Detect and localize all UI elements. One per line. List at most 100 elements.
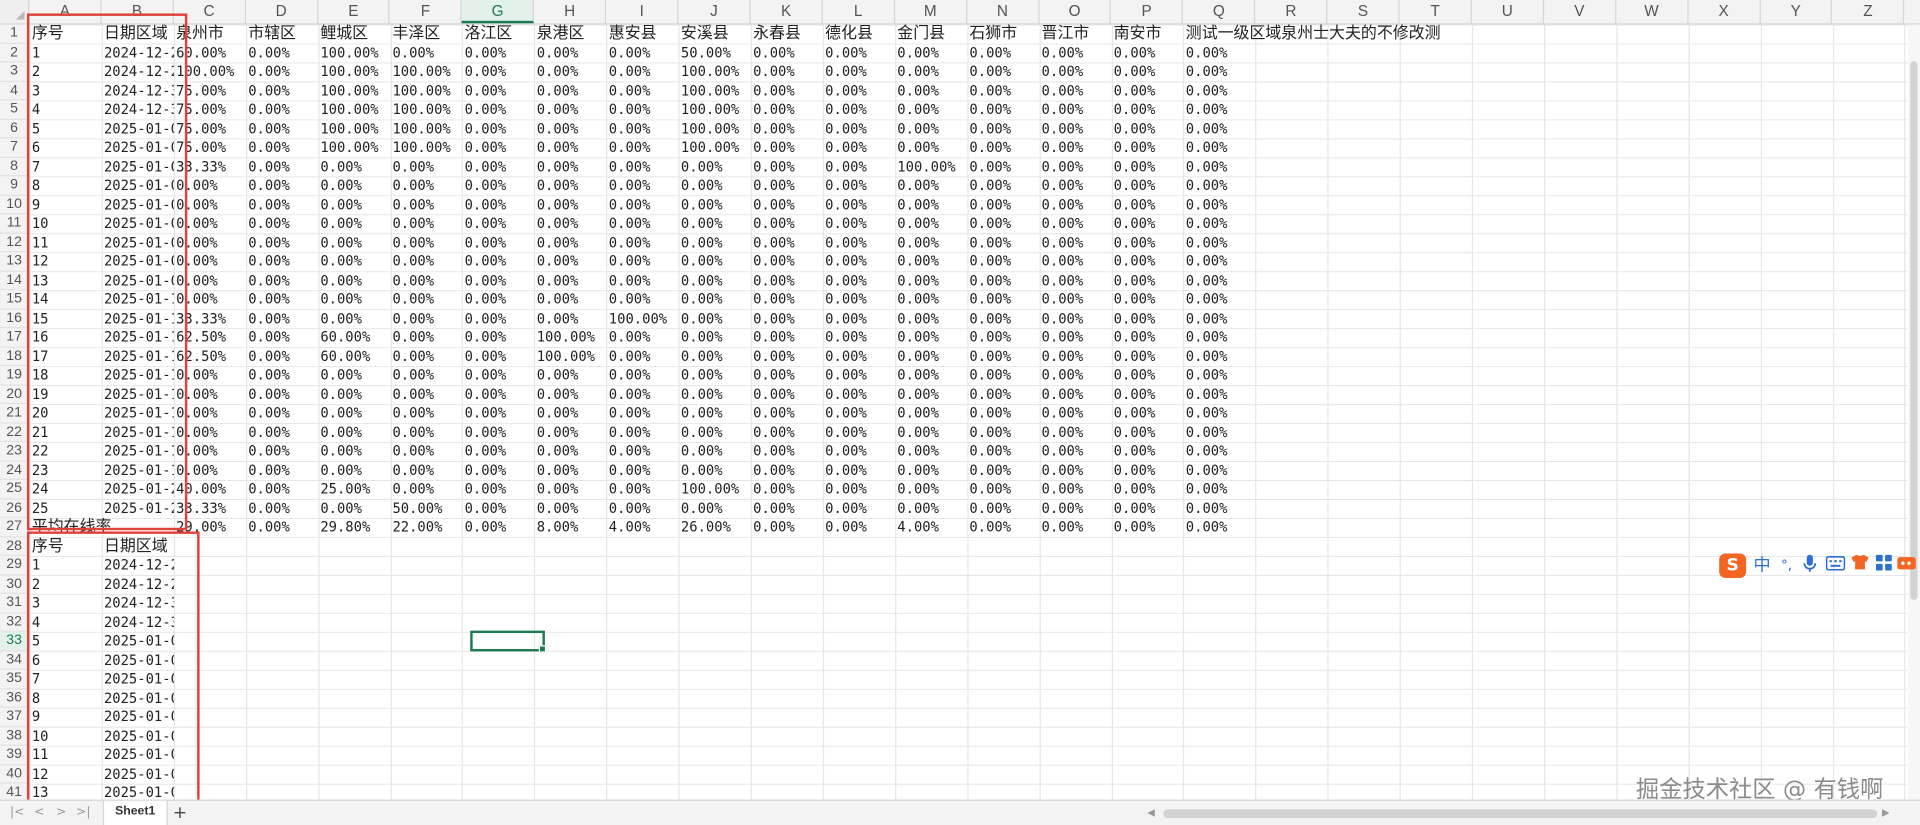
cell[interactable]: 0.00% <box>895 480 967 499</box>
cell[interactable]: 0.00% <box>1039 385 1111 404</box>
column-header-U[interactable]: U <box>1472 0 1544 24</box>
cell[interactable]: 0.00% <box>823 499 895 518</box>
cell[interactable]: 0.00% <box>678 347 750 366</box>
cell[interactable]: 0.00% <box>246 347 318 366</box>
cell[interactable]: 0.00% <box>246 442 318 461</box>
cell[interactable]: 0.00% <box>462 290 534 309</box>
cell[interactable]: 0.00% <box>823 347 895 366</box>
cell[interactable]: 0.00% <box>823 309 895 328</box>
cell[interactable]: 0.00% <box>678 252 750 271</box>
next-sheet-icon[interactable]: > <box>54 804 69 821</box>
row-header-21[interactable]: 21 <box>0 404 29 424</box>
cell[interactable]: 0.00% <box>967 43 1039 62</box>
cell[interactable]: 0.00% <box>823 423 895 442</box>
column-header-X[interactable]: X <box>1688 0 1761 24</box>
cell[interactable]: 0.00% <box>1111 119 1183 138</box>
cell[interactable]: 0.00% <box>1183 423 1255 442</box>
cell[interactable]: 0.00% <box>823 119 895 138</box>
cell[interactable]: 0.00% <box>751 195 823 214</box>
cell[interactable]: 0.00% <box>1039 347 1111 366</box>
cell[interactable]: 0.00% <box>390 366 462 385</box>
cell[interactable]: 0.00% <box>751 157 823 176</box>
cell[interactable]: 100.00% <box>318 62 390 81</box>
cell[interactable]: 0.00% <box>823 81 895 100</box>
cell[interactable]: 0.00% <box>462 138 534 157</box>
cell[interactable]: 0.00% <box>751 271 823 290</box>
cell[interactable]: 0.00% <box>462 442 534 461</box>
row-header-22[interactable]: 22 <box>0 423 29 443</box>
punctuation-icon[interactable]: °, <box>1776 553 1798 577</box>
row-header-5[interactable]: 5 <box>0 100 29 120</box>
cell[interactable]: 0.00% <box>246 499 318 518</box>
cell[interactable]: 0.00% <box>462 100 534 119</box>
cell[interactable]: 0.00% <box>823 404 895 423</box>
cell[interactable]: 0.00% <box>606 423 678 442</box>
cell[interactable]: 0.00% <box>895 43 967 62</box>
cell[interactable]: 0.00% <box>246 195 318 214</box>
cell[interactable]: 0.00% <box>606 271 678 290</box>
column-header-I[interactable]: I <box>606 0 679 24</box>
cell[interactable]: 0.00% <box>534 423 606 442</box>
cell[interactable]: 0.00% <box>1183 43 1255 62</box>
cell[interactable]: 0.00% <box>1039 423 1111 442</box>
cell[interactable]: 0.00% <box>1039 404 1111 423</box>
cell[interactable]: 0.00% <box>823 176 895 195</box>
cell[interactable]: 0.00% <box>1183 461 1255 480</box>
cell[interactable]: 0.00% <box>1111 461 1183 480</box>
cell[interactable]: 0.00% <box>534 271 606 290</box>
cell[interactable]: 0.00% <box>895 385 967 404</box>
cell[interactable]: 0.00% <box>1111 100 1183 119</box>
cell[interactable]: 0.00% <box>390 461 462 480</box>
cell[interactable]: 0.00% <box>462 461 534 480</box>
cell[interactable]: 0.00% <box>462 328 534 347</box>
cell[interactable]: 0.00% <box>1039 214 1111 233</box>
cell[interactable]: 0.00% <box>751 290 823 309</box>
row-header-7[interactable]: 7 <box>0 138 29 158</box>
cell[interactable]: 0.00% <box>318 176 390 195</box>
cell[interactable]: 0.00% <box>246 138 318 157</box>
cell[interactable]: 0.00% <box>1183 195 1255 214</box>
column-header-G[interactable]: G <box>462 0 535 24</box>
cell[interactable]: 0.00% <box>246 271 318 290</box>
cell[interactable]: 0.00% <box>1183 309 1255 328</box>
cell[interactable]: 0.00% <box>967 499 1039 518</box>
cell[interactable]: 100.00% <box>318 119 390 138</box>
cell[interactable]: 0.00% <box>1183 404 1255 423</box>
cell[interactable]: 100.00% <box>318 81 390 100</box>
cell[interactable]: 0.00% <box>678 214 750 233</box>
cell[interactable]: 0.00% <box>895 290 967 309</box>
row-header-8[interactable]: 8 <box>0 157 29 177</box>
cell[interactable]: 100.00% <box>390 100 462 119</box>
cell[interactable]: 安溪县 <box>678 24 750 43</box>
cell[interactable]: 0.00% <box>462 43 534 62</box>
first-sheet-icon[interactable]: |< <box>10 804 25 821</box>
cell[interactable]: 0.00% <box>751 62 823 81</box>
cell[interactable]: 0.00% <box>1111 252 1183 271</box>
column-header-W[interactable]: W <box>1616 0 1689 24</box>
cell[interactable]: 0.00% <box>1111 271 1183 290</box>
row-header-34[interactable]: 34 <box>0 651 29 670</box>
cell[interactable]: 0.00% <box>967 81 1039 100</box>
chinese-mode-icon[interactable]: 中 <box>1751 553 1773 577</box>
cell[interactable]: 0.00% <box>390 157 462 176</box>
cell[interactable]: 0.00% <box>534 404 606 423</box>
cell[interactable]: 0.00% <box>967 119 1039 138</box>
cell[interactable]: 0.00% <box>318 252 390 271</box>
cell[interactable]: 0.00% <box>462 366 534 385</box>
cell[interactable]: 0.00% <box>1183 81 1255 100</box>
cell[interactable]: 0.00% <box>246 309 318 328</box>
cell[interactable]: 4.00% <box>895 518 967 537</box>
row-header-11[interactable]: 11 <box>0 214 29 234</box>
cell[interactable]: 100.00% <box>678 138 750 157</box>
cell[interactable]: 0.00% <box>318 233 390 252</box>
cell[interactable]: 0.00% <box>390 404 462 423</box>
cell[interactable]: 0.00% <box>1039 157 1111 176</box>
cell[interactable]: 0.00% <box>1183 480 1255 499</box>
cell[interactable]: 4.00% <box>606 518 678 537</box>
cell[interactable]: 0.00% <box>246 518 318 537</box>
row-header-26[interactable]: 26 <box>0 499 29 518</box>
cell[interactable]: 0.00% <box>390 290 462 309</box>
row-header-37[interactable]: 37 <box>0 708 29 727</box>
cell[interactable]: 0.00% <box>823 62 895 81</box>
cell[interactable]: 0.00% <box>678 423 750 442</box>
